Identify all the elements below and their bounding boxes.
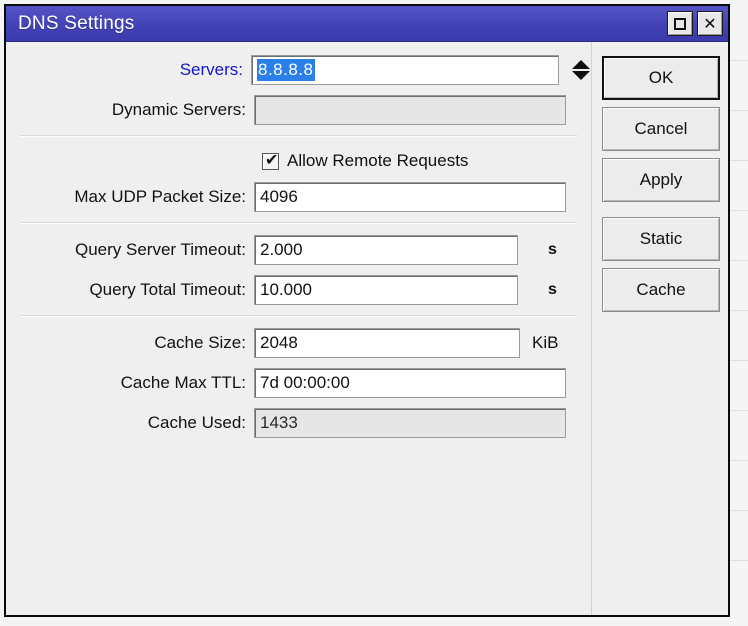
close-icon: ✕: [703, 13, 717, 33]
allow-remote-requests-label[interactable]: Allow Remote Requests: [287, 151, 468, 171]
allow-remote-requests-checkbox[interactable]: ✔: [262, 149, 279, 170]
row-query-total-timeout: Query Total Timeout: 10.000 s: [6, 272, 591, 308]
servers-input[interactable]: 8.8.8.8: [251, 55, 560, 85]
max-udp-packet-size-label: Max UDP Packet Size:: [74, 187, 246, 206]
row-max-udp-packet-size: Max UDP Packet Size: 4096: [6, 179, 591, 215]
chevron-down-icon[interactable]: [572, 71, 591, 80]
maximize-button[interactable]: [667, 11, 693, 36]
cache-size-label: Cache Size:: [154, 333, 246, 352]
separator-1: [20, 135, 577, 137]
row-dynamic-servers: Dynamic Servers:: [6, 92, 591, 128]
titlebar-buttons: ✕: [667, 11, 723, 36]
row-cache-max-ttl: Cache Max TTL: 7d 00:00:00: [6, 365, 591, 401]
row-servers: Servers: 8.8.8.8: [6, 52, 591, 88]
query-total-timeout-value: 10.000: [260, 280, 312, 299]
static-button[interactable]: Static: [602, 217, 720, 261]
cache-max-ttl-input[interactable]: 7d 00:00:00: [254, 368, 566, 398]
query-server-timeout-input[interactable]: 2.000: [254, 235, 518, 265]
settings-form: Servers: 8.8.8.8 Dynamic Servers: ✔ Allo…: [6, 42, 592, 615]
query-server-timeout-label: Query Server Timeout:: [74, 240, 246, 259]
max-udp-packet-size-value: 4096: [260, 187, 298, 206]
max-udp-packet-size-input[interactable]: 4096: [254, 182, 566, 212]
row-cache-used: Cache Used: 1433: [6, 405, 591, 441]
cache-size-value: 2048: [260, 333, 298, 352]
cache-size-input[interactable]: 2048: [254, 328, 520, 358]
cancel-button[interactable]: Cancel: [602, 107, 720, 151]
separator-2: [20, 222, 577, 224]
query-total-timeout-unit: s: [548, 281, 557, 298]
query-total-timeout-label: Query Total Timeout:: [89, 280, 246, 299]
maximize-icon: [674, 17, 686, 30]
cache-used-value: 1433: [260, 413, 298, 432]
cache-max-ttl-value: 7d 00:00:00: [260, 373, 350, 392]
row-allow-remote-requests: ✔ Allow Remote Requests: [6, 145, 591, 177]
titlebar[interactable]: DNS Settings ✕: [6, 6, 728, 42]
chevron-up-icon[interactable]: [572, 60, 591, 69]
check-icon: ✔: [265, 149, 279, 169]
row-cache-size: Cache Size: 2048 KiB: [6, 325, 591, 361]
ok-button[interactable]: OK: [602, 56, 720, 100]
button-group-gap: [602, 209, 728, 217]
separator-3: [20, 315, 577, 317]
dialog-body: Servers: 8.8.8.8 Dynamic Servers: ✔ Allo…: [6, 42, 728, 615]
servers-spinner[interactable]: [571, 56, 591, 84]
servers-label[interactable]: Servers:: [6, 60, 251, 80]
query-total-timeout-input[interactable]: 10.000: [254, 275, 518, 305]
apply-button[interactable]: Apply: [602, 158, 720, 202]
dynamic-servers-label: Dynamic Servers:: [111, 100, 246, 119]
cache-used-label: Cache Used:: [147, 413, 246, 432]
cache-button[interactable]: Cache: [602, 268, 720, 312]
action-buttons: OK Cancel Apply Static Cache: [592, 42, 728, 615]
query-server-timeout-value: 2.000: [260, 240, 303, 259]
cache-used-input: 1433: [254, 408, 566, 438]
close-button[interactable]: ✕: [697, 11, 723, 36]
cache-size-unit: KiB: [532, 333, 559, 352]
servers-input-value: 8.8.8.8: [257, 59, 315, 81]
row-query-server-timeout: Query Server Timeout: 2.000 s: [6, 232, 591, 268]
dynamic-servers-input: [254, 95, 566, 125]
dns-settings-dialog: DNS Settings ✕ Servers: 8.8.8.8 Dynamic …: [4, 4, 730, 617]
cache-max-ttl-label: Cache Max TTL:: [120, 373, 246, 392]
window-title: DNS Settings: [18, 12, 135, 34]
query-server-timeout-unit: s: [548, 241, 557, 258]
